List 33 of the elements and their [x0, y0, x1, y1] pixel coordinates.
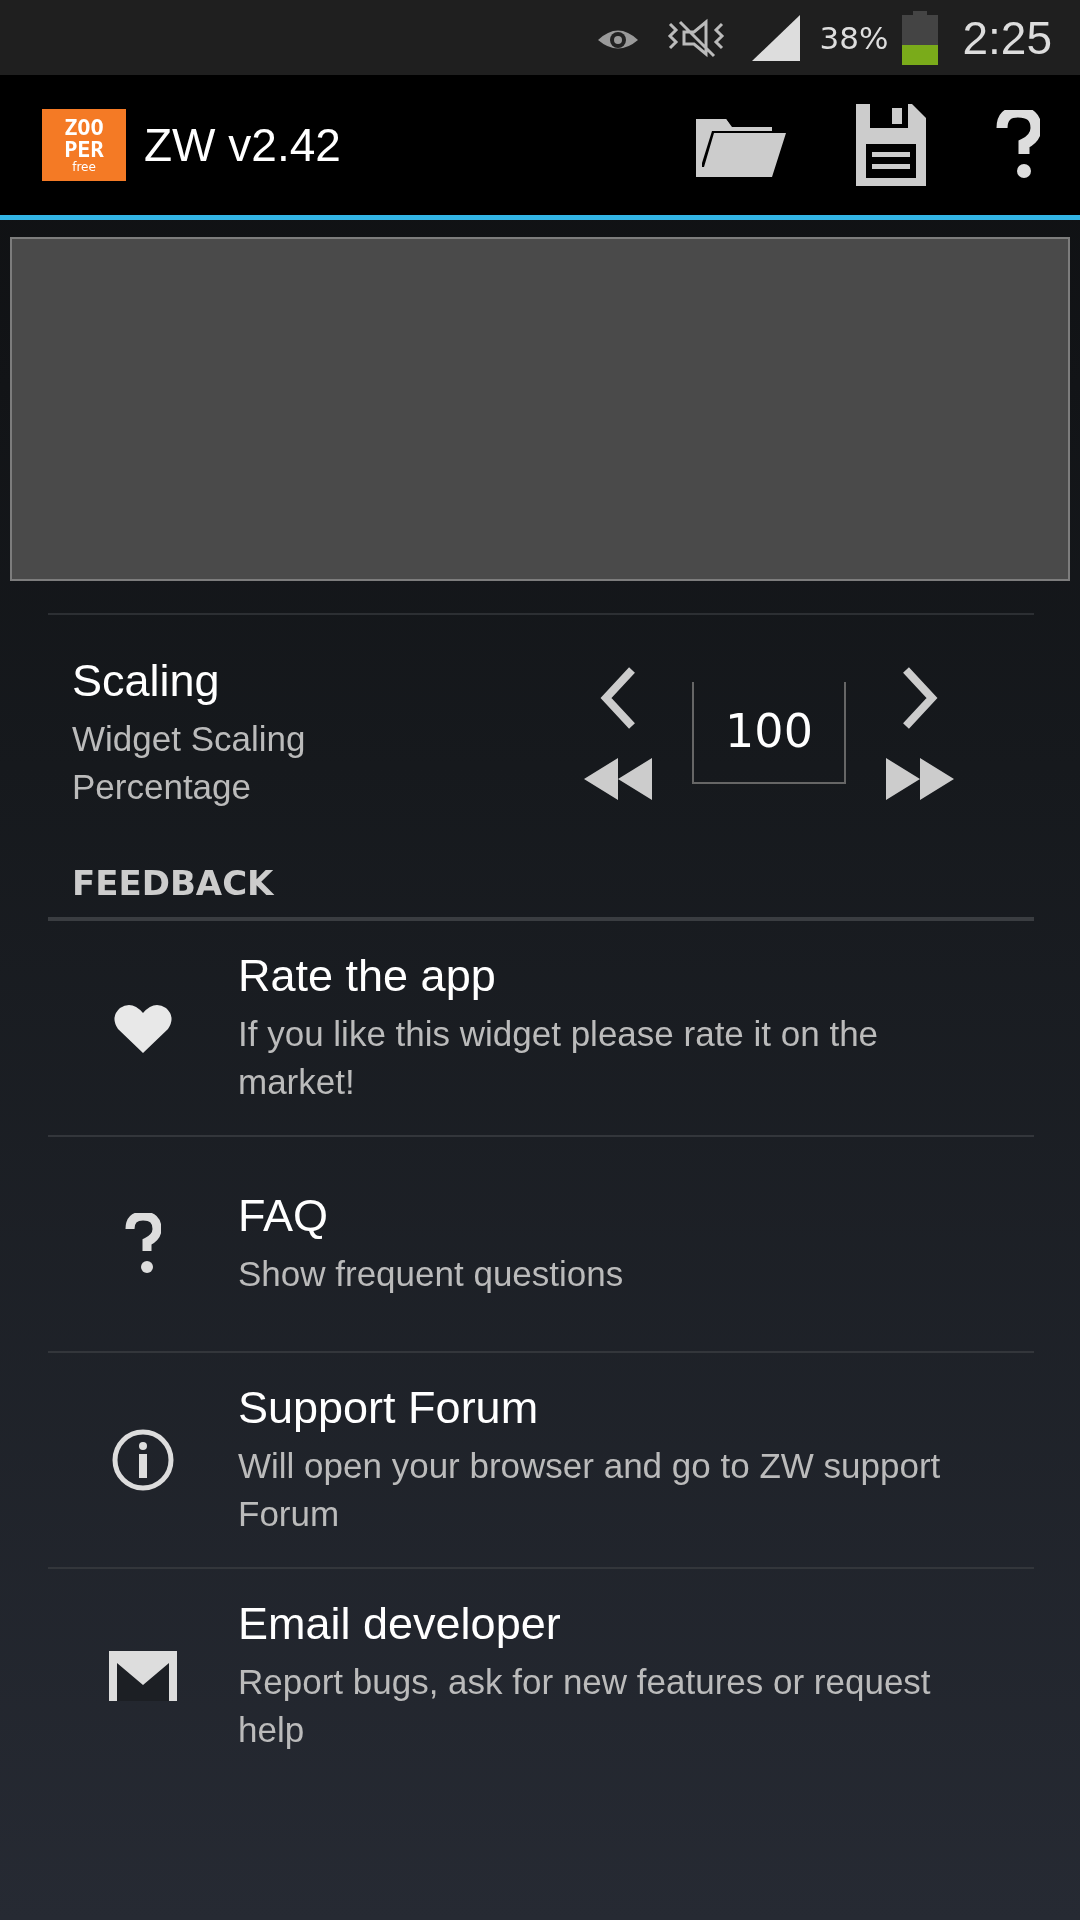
item-title: Support Forum — [238, 1382, 540, 1434]
preference-item[interactable]: FAQ Show frequent questions — [48, 1137, 1034, 1351]
question-icon — [125, 1213, 161, 1275]
preference-item[interactable]: Support Forum Will open your browser and go to ZW support Forum — [48, 1353, 1034, 1567]
preference-item[interactable]: Email developer Report bugs, ask for new features or request help — [48, 1569, 1034, 1783]
clock: 2:25 — [962, 10, 1052, 65]
section-header: FEEDBACK — [71, 862, 275, 905]
setting-description: Widget Scaling Percentage — [72, 718, 307, 808]
battery-percent: 38% — [819, 19, 889, 56]
info-icon — [111, 1428, 175, 1492]
app-logo: ZOO PER free — [42, 109, 126, 181]
setting-title: Scaling — [72, 655, 221, 707]
decrease-icon[interactable] — [598, 666, 638, 730]
mail-icon — [109, 1651, 177, 1701]
battery-icon — [902, 10, 939, 65]
item-title: Email developer — [238, 1598, 562, 1650]
heart-icon — [114, 1003, 172, 1053]
preference-item[interactable]: Rate the app If you like this widget please rate it on the market! — [48, 921, 1034, 1135]
fast-increase-icon[interactable] — [886, 758, 954, 800]
item-description: Will open your browser and go to ZW support Forum — [238, 1445, 942, 1535]
item-title: Rate the app — [238, 950, 497, 1002]
help-icon[interactable] — [996, 110, 1040, 180]
signal-icon — [751, 14, 800, 61]
save-icon[interactable] — [856, 104, 926, 186]
item-description: Report bugs, ask for new features or request help — [238, 1661, 932, 1751]
increase-icon[interactable] — [900, 666, 940, 730]
item-title: FAQ — [238, 1190, 330, 1242]
muted-vibrate-icon — [665, 17, 726, 58]
app-title: ZW v2.42 — [144, 118, 341, 172]
fast-decrease-icon[interactable] — [584, 758, 652, 800]
item-description: Show frequent questions — [238, 1253, 625, 1295]
item-description: If you like this widget please rate it on the market! — [238, 1013, 880, 1103]
value-field[interactable]: 100 — [692, 682, 846, 784]
